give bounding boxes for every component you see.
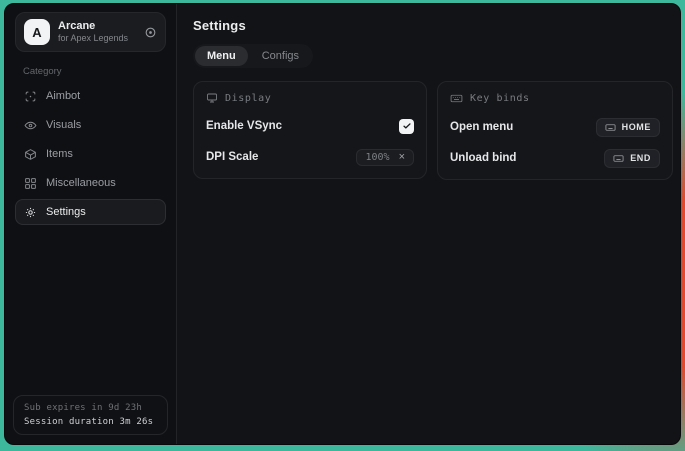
display-card-title: Display — [225, 93, 271, 104]
display-card-header: Display — [206, 92, 414, 104]
sidebar: A Arcane for Apex Legends Category — [5, 4, 177, 444]
vsync-row: Enable VSync — [206, 117, 414, 135]
sidebar-item-aimbot[interactable]: Aimbot — [15, 83, 166, 109]
grid-icon — [24, 177, 37, 190]
keyboard-icon — [605, 122, 616, 133]
sidebar-item-miscellaneous[interactable]: Miscellaneous — [15, 170, 166, 196]
brand-text: Arcane for Apex Legends — [58, 20, 136, 44]
sidebar-item-settings[interactable]: Settings — [15, 199, 166, 225]
keybinds-card: Key binds Open menu HOME Unload bin — [437, 81, 673, 180]
unload-bind-label: Unload bind — [450, 152, 516, 164]
sidebar-item-label: Visuals — [46, 119, 81, 131]
settings-cards: Display Enable VSync DPI Scale 100% × — [193, 81, 673, 180]
dpi-scale-input[interactable]: 100% × — [356, 149, 414, 166]
brand-card: A Arcane for Apex Legends — [15, 12, 166, 52]
unload-bind-key: END — [630, 153, 651, 163]
page-title: Settings — [193, 18, 673, 33]
vsync-label: Enable VSync — [206, 120, 282, 132]
open-menu-keybind-button[interactable]: HOME — [596, 118, 660, 137]
open-menu-label: Open menu — [450, 121, 513, 133]
unload-bind-row: Unload bind END — [450, 149, 660, 167]
sidebar-item-label: Settings — [46, 206, 86, 218]
crosshair-icon — [24, 90, 37, 103]
dpi-row: DPI Scale 100% × — [206, 148, 414, 166]
package-icon — [24, 148, 37, 161]
keyboard-icon — [450, 92, 463, 105]
open-menu-row: Open menu HOME — [450, 118, 660, 136]
keyboard-icon — [613, 153, 624, 164]
sidebar-spacer — [5, 225, 176, 395]
app-window: A Arcane for Apex Legends Category — [4, 3, 681, 445]
sidebar-item-label: Miscellaneous — [46, 177, 116, 189]
session-duration-text: Session duration 3m 26s — [24, 417, 157, 427]
open-menu-key: HOME — [622, 122, 651, 132]
unload-keybind-button[interactable]: END — [604, 149, 660, 168]
eye-icon — [24, 119, 37, 132]
sidebar-item-label: Aimbot — [46, 90, 80, 102]
category-label: Category — [23, 66, 176, 77]
check-icon — [402, 121, 412, 131]
tab-configs[interactable]: Configs — [250, 46, 311, 66]
keybinds-card-title: Key binds — [470, 93, 530, 104]
brand-subtitle: for Apex Legends — [58, 33, 136, 44]
brand-name: Arcane — [58, 20, 136, 33]
vsync-checkbox[interactable] — [399, 119, 414, 134]
display-card: Display Enable VSync DPI Scale 100% × — [193, 81, 427, 179]
clear-icon[interactable]: × — [399, 152, 405, 162]
tab-menu[interactable]: Menu — [195, 46, 248, 66]
main-content: Settings Menu Configs Display Enable VSy… — [177, 4, 681, 444]
monitor-icon — [206, 92, 218, 104]
gear-icon — [24, 206, 37, 219]
tab-group: Menu Configs — [193, 44, 313, 68]
sub-expires-text: Sub expires in 9d 23h — [24, 403, 157, 413]
target-icon[interactable] — [144, 26, 157, 39]
dpi-label: DPI Scale — [206, 151, 258, 163]
subscription-card: Sub expires in 9d 23h Session duration 3… — [13, 395, 168, 435]
dpi-scale-value: 100% — [365, 152, 389, 163]
keybinds-card-header: Key binds — [450, 92, 660, 105]
brand-logo: A — [24, 19, 50, 45]
sidebar-item-label: Items — [46, 148, 73, 160]
sidebar-nav: Aimbot Visuals Items — [5, 83, 176, 225]
sidebar-item-items[interactable]: Items — [15, 141, 166, 167]
sidebar-item-visuals[interactable]: Visuals — [15, 112, 166, 138]
